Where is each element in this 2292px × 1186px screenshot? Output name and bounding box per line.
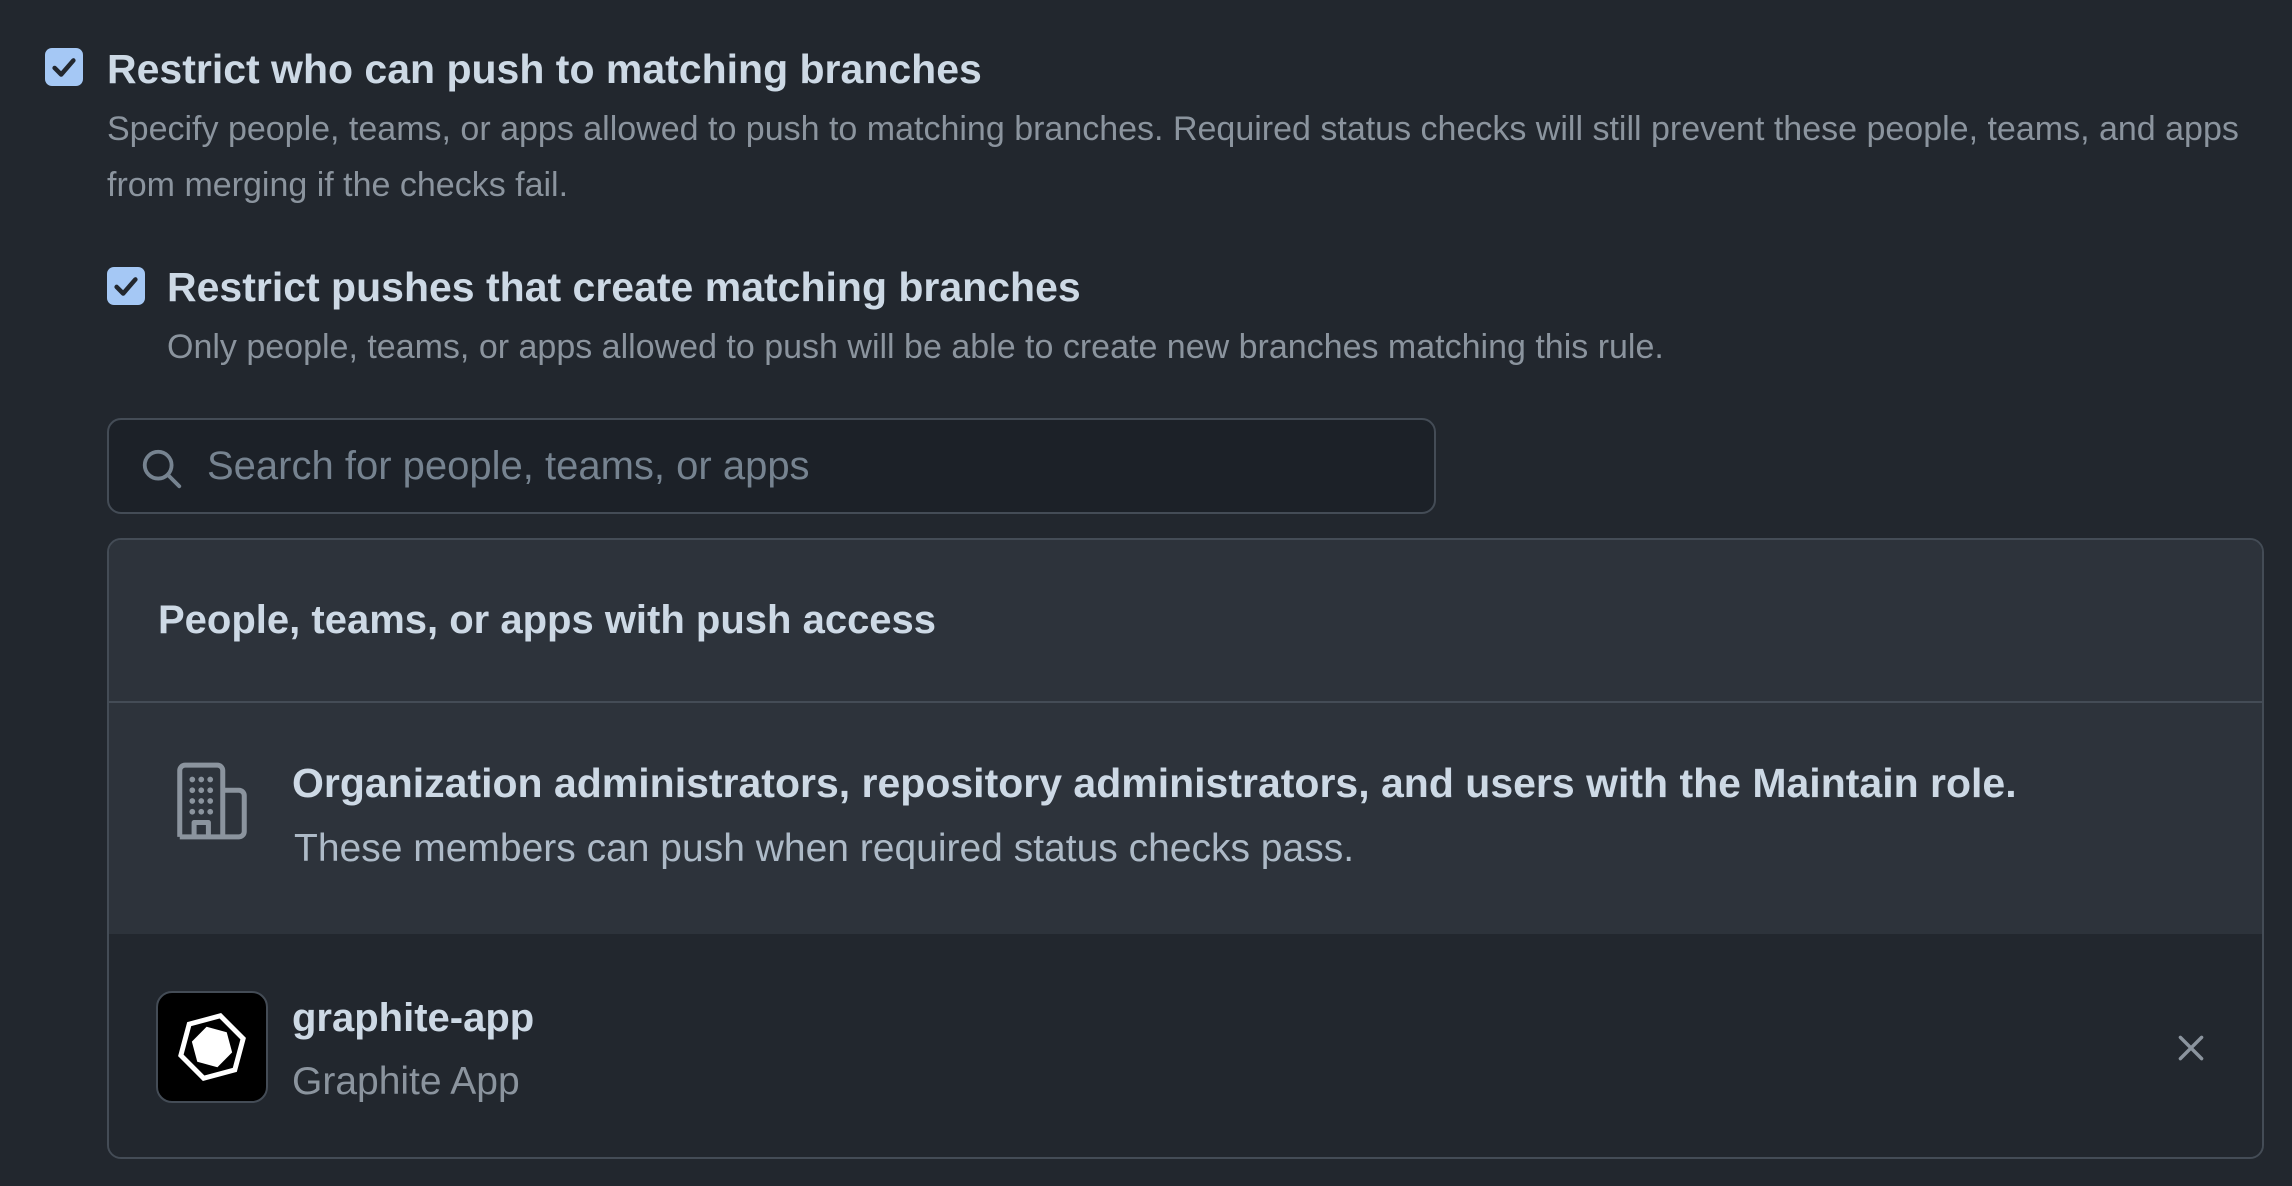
push-access-panel: People, teams, or apps with push access … (107, 538, 2264, 1159)
graphite-logo-icon (178, 1013, 246, 1081)
check-icon (114, 277, 138, 296)
restrict-create-checkbox[interactable] (107, 267, 145, 305)
check-icon (52, 58, 76, 77)
restrict-create-description: Only people, teams, or apps allowed to p… (167, 328, 1664, 366)
restrict-push-checkbox[interactable] (45, 48, 83, 86)
restrict-create-title[interactable]: Restrict pushes that create matching bra… (167, 267, 1081, 308)
restrict-push-description: Specify people, teams, or apps allowed t… (107, 110, 2239, 204)
restrict-push-title[interactable]: Restrict who can push to matching branch… (107, 49, 982, 90)
org-admins-row: Organization administrators, repository … (109, 703, 2262, 934)
organization-icon (177, 762, 247, 840)
app-slug[interactable]: graphite-app (292, 998, 534, 1038)
app-row: graphite-app Graphite App (109, 934, 2262, 1157)
close-icon (2178, 1035, 2204, 1061)
panel-header: People, teams, or apps with push access (109, 540, 2262, 703)
org-admins-title: Organization administrators, repository … (292, 760, 2017, 806)
search-icon (142, 449, 182, 489)
app-display-name: Graphite App (292, 1060, 520, 1103)
app-avatar (156, 991, 268, 1103)
panel-title: People, teams, or apps with push access (158, 598, 937, 642)
search-field[interactable] (107, 418, 1436, 514)
org-admins-description: These members can push when required sta… (294, 827, 1355, 870)
search-input[interactable] (207, 420, 1407, 512)
remove-app-button[interactable] (2171, 1028, 2211, 1068)
